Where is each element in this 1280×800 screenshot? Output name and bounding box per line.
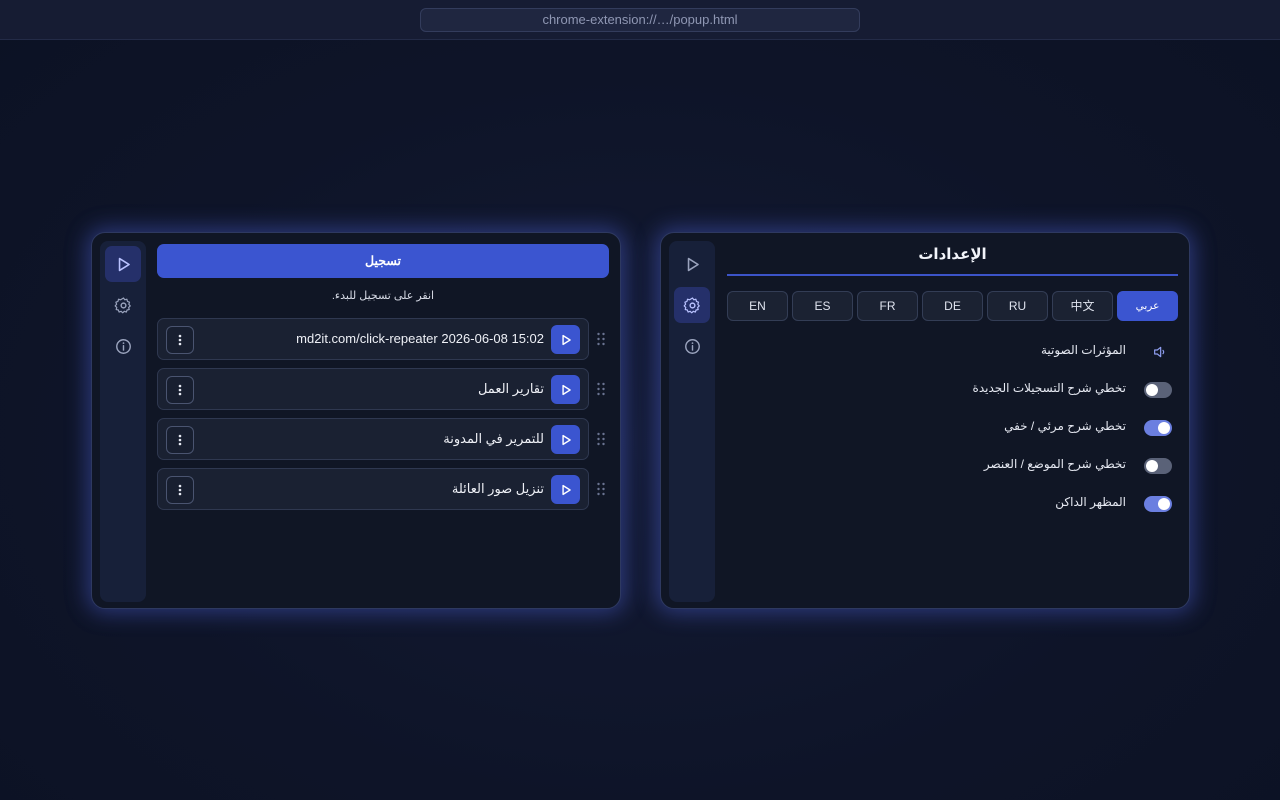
more-options-button[interactable] — [166, 376, 194, 404]
play-icon — [118, 257, 130, 271]
recording-name: md2it.com/click-repeater 2026-06-08 15:0… — [296, 331, 544, 346]
language-option-ar[interactable]: عربي — [1117, 291, 1178, 321]
drag-handle-icon[interactable] — [596, 382, 606, 396]
setting-skip-new-recordings-tutorial: تخطي شرح التسجيلات الجديدة — [727, 378, 1178, 402]
recording-name: للتمرير في المدونة — [443, 431, 544, 446]
page-title: الإعدادات — [918, 246, 987, 263]
more-options-button[interactable] — [166, 326, 194, 354]
drag-handle-icon[interactable] — [596, 332, 606, 346]
setting-skip-visible-hidden-tutorial: تخطي شرح مرئي / خفي — [727, 416, 1178, 440]
more-options-button[interactable] — [166, 426, 194, 454]
url-bar[interactable]: chrome-extension://…/popup.html — [420, 8, 860, 32]
recording-row[interactable]: تقارير العمل — [157, 368, 589, 410]
browser-toolbar: chrome-extension://…/popup.html — [0, 0, 1280, 40]
info-icon — [684, 338, 700, 354]
setting-sound-effects: المؤثرات الصوتية — [727, 340, 1178, 364]
play-icon — [561, 334, 571, 345]
speaker-icon[interactable] — [1152, 344, 1168, 360]
toggle-switch[interactable] — [1144, 458, 1172, 474]
more-vertical-icon — [178, 334, 182, 346]
sidebar-item-settings[interactable] — [105, 287, 141, 323]
toggle-knob — [1146, 384, 1158, 396]
recording-row[interactable]: للتمرير في المدونة — [157, 418, 589, 460]
sidebar — [669, 241, 715, 602]
gear-icon — [114, 296, 131, 313]
toggle-knob — [1146, 460, 1158, 472]
recording-row[interactable]: md2it.com/click-repeater 2026-06-08 15:0… — [157, 318, 589, 360]
sidebar-item-settings[interactable] — [674, 287, 710, 323]
language-option-ru[interactable]: RU — [987, 291, 1048, 321]
setting-label: المظهر الداكن — [1055, 495, 1126, 509]
info-icon — [115, 338, 131, 354]
record-hint: انقر على تسجيل للبدء. — [331, 290, 435, 302]
toggle-switch[interactable] — [1144, 420, 1172, 436]
sidebar-item-recordings[interactable] — [105, 246, 141, 282]
language-option-es[interactable]: ES — [792, 291, 853, 321]
language-option-de[interactable]: DE — [922, 291, 983, 321]
play-recording-button[interactable] — [551, 425, 580, 454]
language-selector: عربي 中文 RU DE FR ES EN — [727, 291, 1178, 321]
toggle-switch[interactable] — [1144, 382, 1172, 398]
play-recording-button[interactable] — [551, 375, 580, 404]
record-button[interactable]: تسجيل — [157, 244, 609, 278]
toggle-switch[interactable] — [1144, 496, 1172, 512]
drag-handle-icon[interactable] — [596, 482, 606, 496]
more-vertical-icon — [178, 384, 182, 396]
more-vertical-icon — [178, 484, 182, 496]
play-icon — [561, 434, 571, 445]
title-divider — [727, 274, 1178, 276]
setting-label: المؤثرات الصوتية — [1040, 343, 1126, 357]
recording-row[interactable]: تنزيل صور العائلة — [157, 468, 589, 510]
language-option-en[interactable]: EN — [727, 291, 788, 321]
language-option-fr[interactable]: FR — [857, 291, 918, 321]
gear-icon — [683, 296, 700, 313]
play-icon — [561, 484, 571, 495]
play-icon — [561, 384, 571, 395]
setting-label: تخطي شرح التسجيلات الجديدة — [972, 381, 1126, 395]
recording-name: تقارير العمل — [477, 381, 544, 396]
setting-label: تخطي شرح مرئي / خفي — [1004, 419, 1126, 433]
more-vertical-icon — [178, 434, 182, 446]
setting-skip-position-element-tutorial: تخطي شرح الموضع / العنصر — [727, 454, 1178, 478]
more-options-button[interactable] — [166, 476, 194, 504]
sidebar — [100, 241, 146, 602]
drag-handle-icon[interactable] — [596, 432, 606, 446]
settings-panel: الإعدادات عربي 中文 RU DE FR ES EN المؤثرا… — [660, 232, 1190, 609]
sidebar-item-info[interactable] — [105, 328, 141, 364]
toggle-knob — [1158, 422, 1170, 434]
setting-dark-mode: المظهر الداكن — [727, 492, 1178, 516]
toggle-knob — [1158, 498, 1170, 510]
sidebar-item-recordings[interactable] — [674, 246, 710, 282]
recordings-panel: تسجيل انقر على تسجيل للبدء. md2it.com/cl… — [91, 232, 621, 609]
language-option-zh[interactable]: 中文 — [1052, 291, 1113, 321]
recording-name: تنزيل صور العائلة — [451, 481, 544, 496]
play-recording-button[interactable] — [551, 475, 580, 504]
sidebar-item-info[interactable] — [674, 328, 710, 364]
play-icon — [687, 257, 699, 271]
setting-label: تخطي شرح الموضع / العنصر — [983, 457, 1126, 471]
play-recording-button[interactable] — [551, 325, 580, 354]
